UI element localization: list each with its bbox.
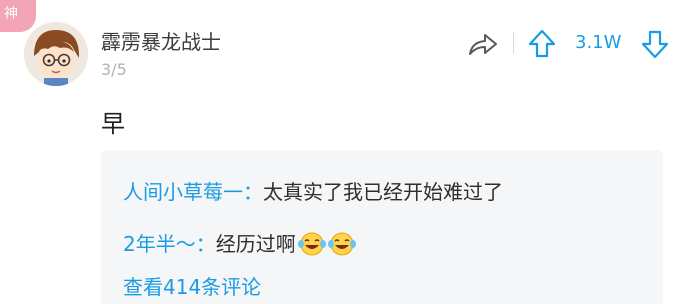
action-divider xyxy=(513,32,514,54)
downvote-button[interactable] xyxy=(640,28,670,60)
reply-preview-box: 人间小草莓一：太真实了我已经开始难过了 2年半～：经历过啊 查看414条评论 xyxy=(101,150,663,304)
reply-item[interactable]: 2年半～：经历过啊 xyxy=(123,228,356,257)
avatar-illustration xyxy=(24,22,88,86)
downvote-arrow-icon xyxy=(641,30,669,59)
view-more-comments-link[interactable]: 查看414条评论 xyxy=(123,271,261,300)
laughing-tears-emoji-icon xyxy=(297,232,326,256)
reply-separator: ： xyxy=(243,180,263,204)
avatar[interactable] xyxy=(24,22,88,86)
reply-item[interactable]: 人间小草莓一：太真实了我已经开始难过了 xyxy=(123,176,503,205)
god-comment-badge: 神 xyxy=(0,0,36,32)
reply-author[interactable]: 人间小草莓一 xyxy=(123,180,243,204)
floor-indicator: 3/5 xyxy=(101,60,127,79)
username[interactable]: 霹雳暴龙战士 xyxy=(101,26,221,55)
badge-label: 神 xyxy=(4,6,18,22)
upvote-arrow-icon xyxy=(528,29,556,58)
share-arrow-icon xyxy=(469,34,497,55)
laughing-tears-emoji-icon xyxy=(327,232,356,256)
reply-separator: ： xyxy=(195,232,216,256)
reply-text: 太真实了我已经开始难过了 xyxy=(263,180,503,204)
reply-text: 经历过啊 xyxy=(215,232,296,256)
comment-text: 早 xyxy=(101,110,125,138)
vote-count: 3.1W xyxy=(575,32,622,53)
upvote-button[interactable] xyxy=(527,28,557,60)
reply-author[interactable]: 2年半～ xyxy=(123,232,196,256)
share-button[interactable] xyxy=(467,30,499,58)
